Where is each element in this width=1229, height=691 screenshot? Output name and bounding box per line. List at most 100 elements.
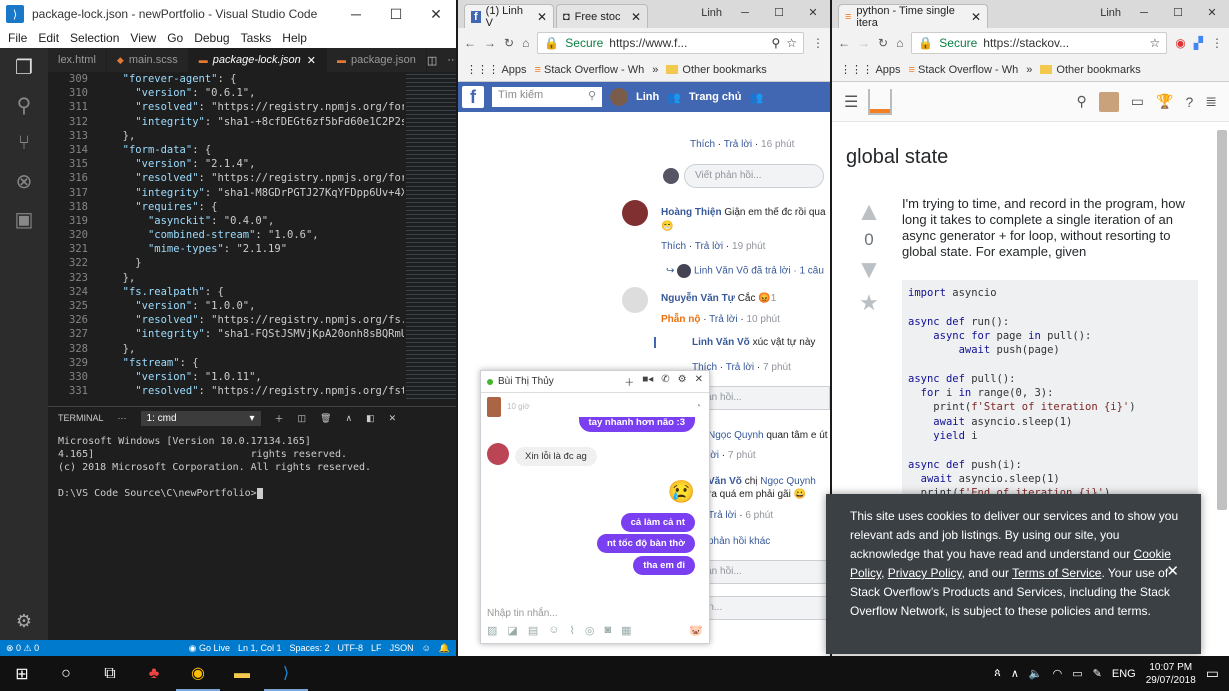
debug-icon[interactable]: ⊗ bbox=[0, 162, 48, 200]
code-line[interactable]: } bbox=[110, 256, 404, 270]
close-tab-icon[interactable]: ✕ bbox=[971, 10, 981, 24]
like-link[interactable]: Thích bbox=[690, 139, 715, 150]
minimize-button[interactable]: ─ bbox=[336, 6, 376, 23]
inbox-icon[interactable]: ▭ bbox=[1131, 93, 1144, 110]
problems-status[interactable]: ⊗ 0 ⚠ 0 bbox=[6, 643, 39, 654]
clock[interactable]: 10:07 PM 29/07/2018 bbox=[1146, 661, 1196, 687]
camera-icon[interactable]: ◙ bbox=[604, 624, 611, 637]
more-actions-icon[interactable]: ··· bbox=[447, 54, 456, 66]
add-person-icon[interactable]: ＋ bbox=[624, 374, 634, 389]
hamburger-icon[interactable]: ☰ bbox=[844, 92, 858, 112]
maximize-panel-icon[interactable]: ∧ bbox=[345, 413, 352, 424]
stackoverflow-logo-icon[interactable] bbox=[868, 88, 893, 115]
encoding-status[interactable]: UTF-8 bbox=[338, 643, 364, 654]
code-line[interactable]: "resolved": "https://registry.npmjs.org/… bbox=[110, 313, 404, 327]
code-line[interactable]: }, bbox=[110, 271, 404, 285]
language-status[interactable]: JSON bbox=[390, 643, 414, 654]
code-line[interactable]: "version": "1.0.11", bbox=[110, 370, 404, 384]
gif-icon[interactable]: ▤ bbox=[528, 624, 538, 637]
eol-status[interactable]: LF bbox=[371, 643, 382, 654]
close-button[interactable]: ✕ bbox=[416, 6, 456, 23]
start-button[interactable]: ⊞ bbox=[0, 656, 44, 691]
browser-tab-stackoverflow[interactable]: ≡ python - Time single itera ✕ bbox=[838, 4, 988, 29]
menu-view[interactable]: View bbox=[130, 31, 156, 45]
minimap[interactable] bbox=[406, 72, 456, 402]
code-line[interactable]: "fstream": { bbox=[110, 356, 404, 370]
comment-author[interactable]: Linh Văn Võ bbox=[692, 337, 750, 348]
terminal-output[interactable]: Microsoft Windows [Version 10.0.17134.16… bbox=[48, 429, 456, 506]
add-terminal-icon[interactable]: ＋ bbox=[275, 412, 284, 425]
downvote-icon[interactable]: ▼ bbox=[854, 256, 884, 282]
code-editor[interactable]: 309 310 311 312 313 314 315 316 317 318 319 320 321 3… bbox=[48, 72, 456, 402]
gear-icon[interactable]: ⚙ bbox=[0, 611, 48, 632]
reply-link[interactable]: Trả lời bbox=[695, 241, 723, 252]
bookmark-stackoverflow[interactable]: ≡ Stack Overflow - Wh bbox=[909, 64, 1019, 76]
translate-icon[interactable]: ▞ bbox=[1194, 36, 1203, 50]
layout-icon[interactable]: ◧ bbox=[366, 413, 375, 424]
image-icon[interactable]: ▨ bbox=[487, 624, 497, 637]
comment-author[interactable]: Nguyễn Văn Tự bbox=[661, 293, 735, 304]
comment-author[interactable]: Ngọc Quynh bbox=[708, 430, 764, 441]
menu-selection[interactable]: Selection bbox=[70, 31, 119, 45]
menu-go[interactable]: Go bbox=[167, 31, 183, 45]
explorer-icon[interactable]: ❐ bbox=[0, 48, 48, 86]
maximize-button[interactable]: ☐ bbox=[376, 6, 416, 23]
tab-lex-html[interactable]: lex.html bbox=[48, 48, 107, 72]
profile-name[interactable]: Linh bbox=[1094, 0, 1127, 26]
site-switcher-icon[interactable]: ≣ bbox=[1205, 93, 1217, 110]
address-bar[interactable]: 🔒 Secure https://stackov... ☆ bbox=[911, 32, 1168, 54]
tab-package-json[interactable]: ▬ package.json bbox=[327, 48, 427, 72]
apps-bookmark[interactable]: ⋮⋮⋮ Apps bbox=[840, 63, 901, 76]
video-call-icon[interactable]: ■◂ bbox=[642, 374, 653, 389]
upvote-icon[interactable]: ▲ bbox=[854, 198, 884, 224]
reply-link[interactable]: Trả lời bbox=[726, 362, 754, 373]
menu-icon[interactable]: ⋮ bbox=[1211, 36, 1223, 50]
volume-icon[interactable]: 🔈 bbox=[1029, 667, 1043, 680]
comment-author[interactable]: Hoàng Thiện bbox=[661, 207, 722, 218]
chat-header[interactable]: Bùi Thị Thủy ＋ ■◂ ✆ ⚙ ✕ bbox=[481, 371, 709, 393]
code-line[interactable]: "integrity": "sha1-M8GDrPGTJ27KqYFDpp6Uv… bbox=[110, 186, 404, 200]
close-icon[interactable]: ✕ bbox=[695, 374, 703, 389]
code-line[interactable]: "form-data": { bbox=[110, 143, 404, 157]
home-icon[interactable]: ⌂ bbox=[896, 36, 903, 50]
code-line[interactable]: "asynckit": "0.4.0", bbox=[110, 214, 404, 228]
close-tab-icon[interactable]: ✕ bbox=[307, 54, 316, 67]
code-line[interactable]: "version": "2.1.4", bbox=[110, 157, 404, 171]
pen-icon[interactable]: ✎ bbox=[1093, 667, 1102, 680]
gear-icon[interactable]: ⚙ bbox=[678, 374, 687, 389]
menu-debug[interactable]: Debug bbox=[194, 31, 229, 45]
reply-link[interactable]: Trả lời bbox=[708, 510, 736, 521]
back-icon[interactable]: ← bbox=[838, 36, 850, 50]
chrome-icon[interactable]: ◉ bbox=[176, 656, 220, 691]
sticker-icon[interactable]: ◪ bbox=[507, 624, 517, 637]
menu-edit[interactable]: Edit bbox=[38, 31, 59, 45]
chat-contact-name[interactable]: Bùi Thị Thủy bbox=[498, 376, 554, 387]
more-icon[interactable]: ··· bbox=[118, 413, 127, 423]
mention-link[interactable]: Ngọc Quynh bbox=[760, 476, 816, 487]
code-line[interactable]: "resolved": "https://registry.npmjs.org/… bbox=[110, 384, 404, 398]
extension-icon[interactable]: ◉ bbox=[1175, 36, 1185, 50]
search-icon[interactable]: ⚲ bbox=[1077, 93, 1087, 110]
reply-input[interactable]: Viết phản hồi... bbox=[684, 164, 824, 188]
terminal-tab[interactable]: TERMINAL bbox=[58, 413, 104, 423]
tab-package-lock-json[interactable]: ▬ package-lock.json ✕ bbox=[188, 48, 328, 72]
language-indicator[interactable]: ENG bbox=[1112, 668, 1136, 680]
comment-author[interactable]: Văn Võ bbox=[708, 476, 742, 487]
code-line[interactable]: "integrity": "sha1-FQStJSMVjKpA20onh8sBQ… bbox=[110, 327, 404, 341]
code-line[interactable]: "resolved": "https://registry.npmjs.org/… bbox=[110, 171, 404, 185]
split-editor-icon[interactable]: ◫ bbox=[427, 54, 437, 67]
maximize-button[interactable]: ☐ bbox=[1161, 0, 1195, 26]
star-icon[interactable]: ☆ bbox=[1150, 36, 1161, 50]
menu-file[interactable]: File bbox=[8, 31, 27, 45]
trophy-icon[interactable]: 🏆 bbox=[1156, 93, 1173, 110]
avatar[interactable] bbox=[622, 200, 648, 226]
code-line[interactable]: "integrity": "sha1-+8cfDEGt6zf5bFd60e1C2… bbox=[110, 115, 404, 129]
go-live-button[interactable]: ◉ Go Live bbox=[189, 643, 230, 654]
close-button[interactable]: ✕ bbox=[1195, 0, 1229, 26]
pig-sticker-icon[interactable]: 🐷 bbox=[689, 624, 703, 637]
code-content[interactable]: "forever-agent": { "version": "0.6.1", "… bbox=[110, 72, 404, 398]
reply-link[interactable]: Trả lời bbox=[724, 139, 752, 150]
more-bookmarks[interactable]: » bbox=[1026, 64, 1032, 76]
menu-tasks[interactable]: Tasks bbox=[241, 31, 272, 45]
favorite-star-icon[interactable]: ★ bbox=[854, 290, 884, 316]
